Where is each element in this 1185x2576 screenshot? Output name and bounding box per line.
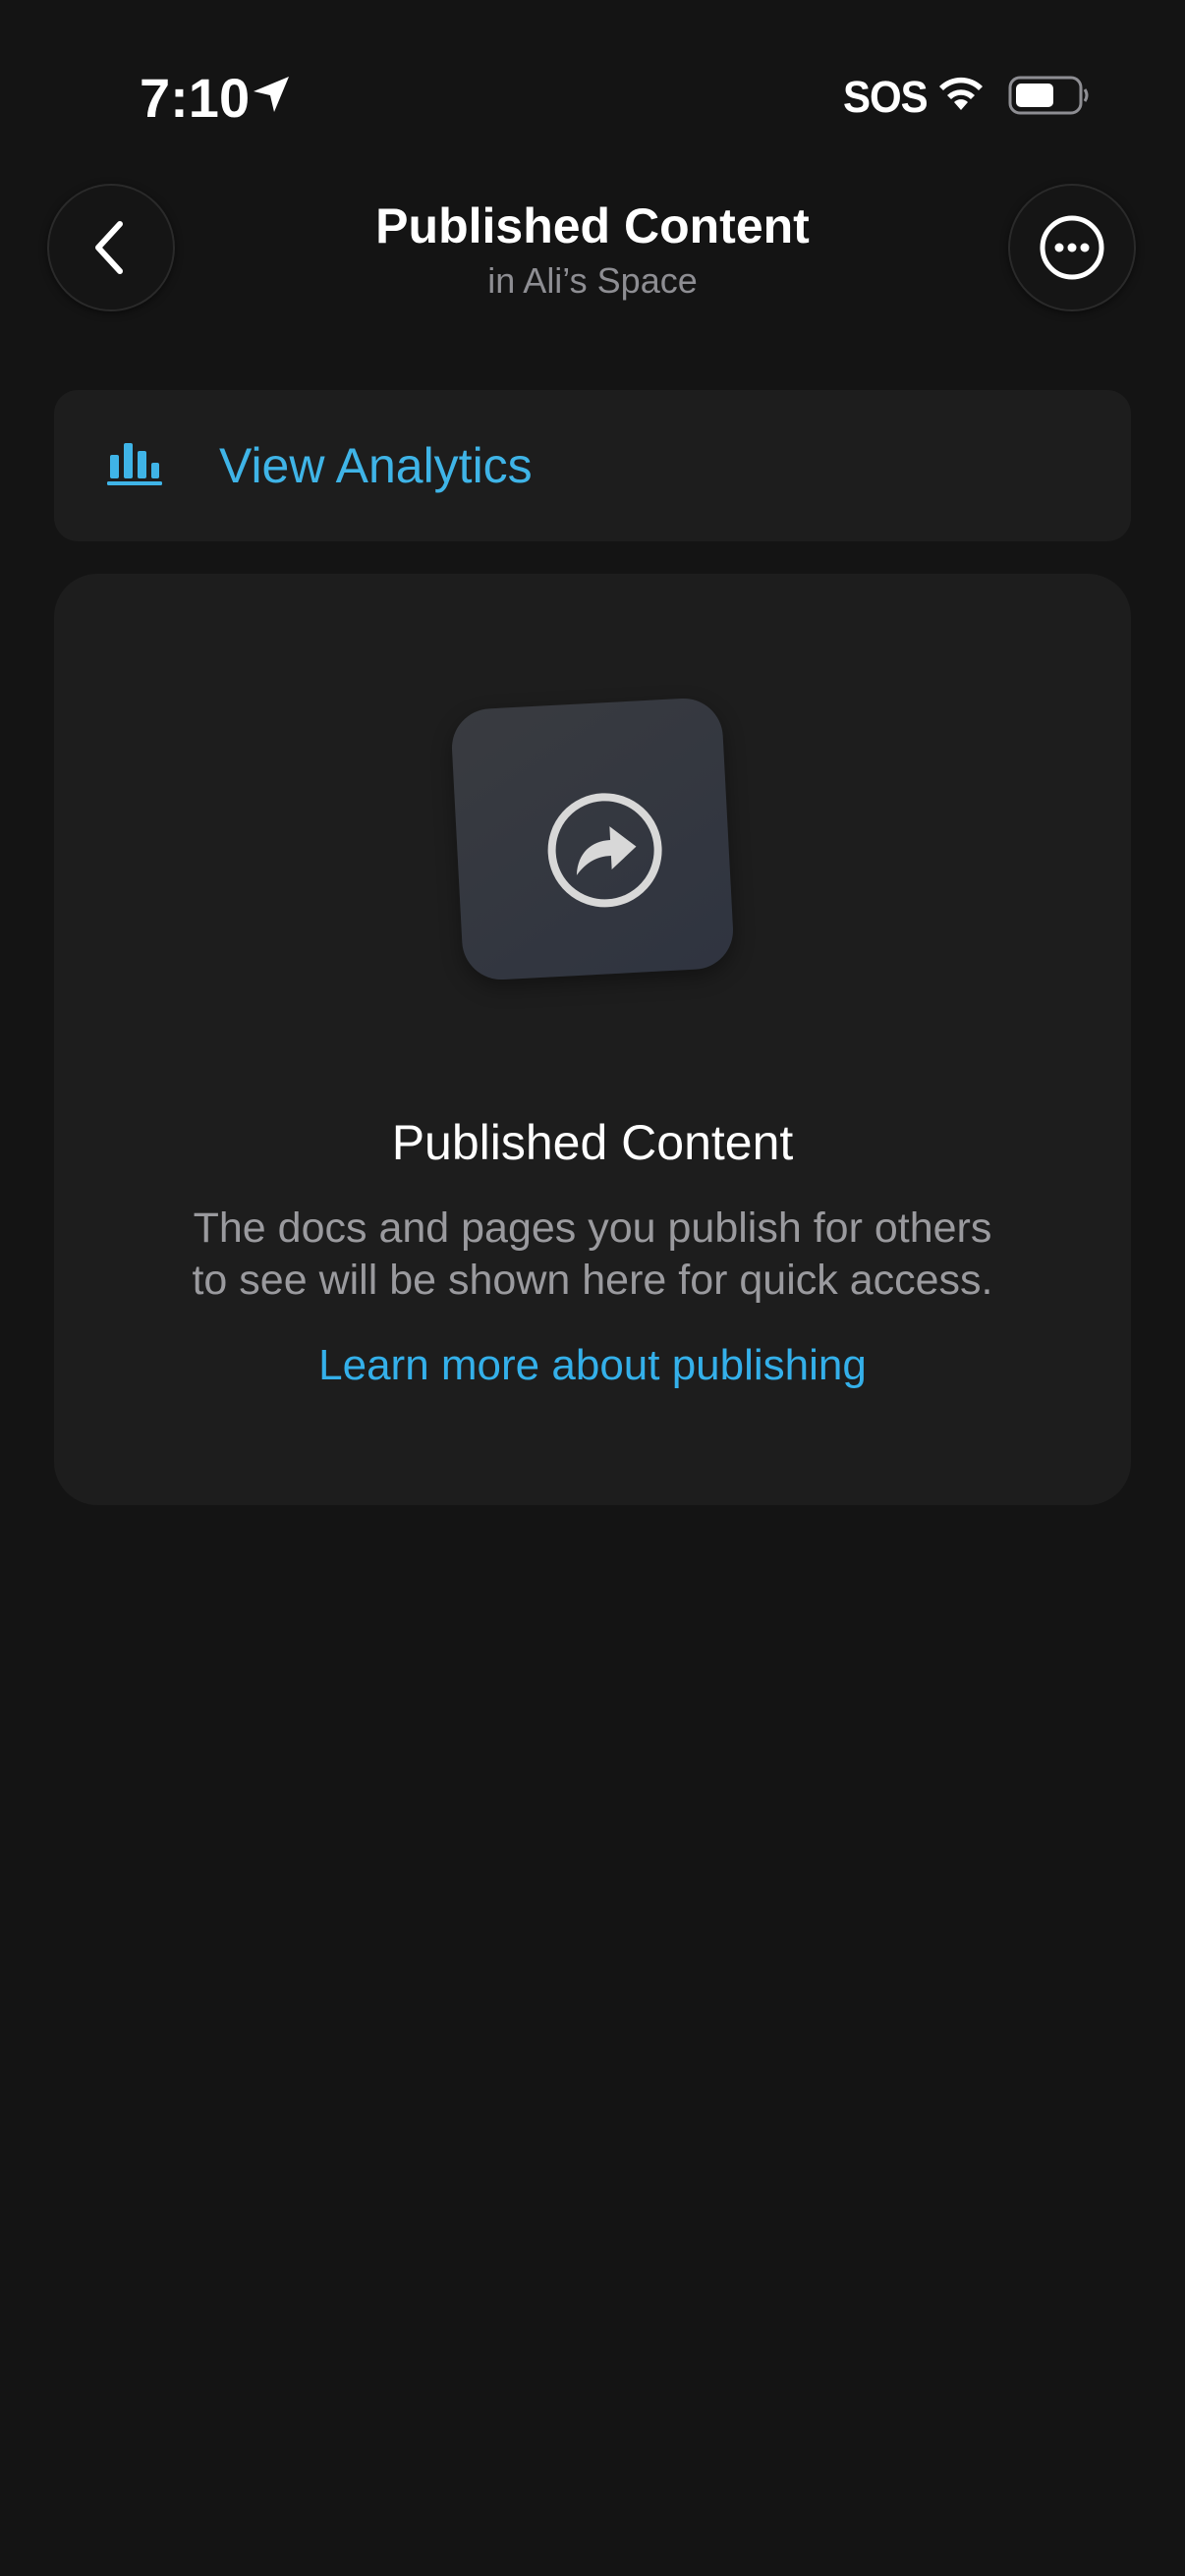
more-options-button[interactable] <box>1008 184 1136 311</box>
empty-state-description-line-2: to see will be shown here for quick acce… <box>192 1257 993 1304</box>
share-arrow-icon <box>547 793 662 908</box>
wifi-icon <box>939 77 983 110</box>
page-subtitle: in Ali’s Space <box>487 260 698 301</box>
illustration-tile <box>449 696 736 982</box>
learn-more-link[interactable]: Learn more about publishing <box>54 1334 1131 1397</box>
bar-chart-icon <box>107 443 162 485</box>
status-sos: SOS <box>843 72 929 122</box>
empty-state-description-line-1: The docs and pages you publish for other… <box>193 1204 992 1252</box>
view-analytics-button[interactable]: View Analytics <box>54 390 1131 541</box>
battery-icon <box>1008 76 1089 115</box>
location-arrow-icon <box>254 77 289 112</box>
empty-state-description: The docs and pages you publish for other… <box>152 1203 1033 1307</box>
empty-state-illustration <box>445 692 740 986</box>
status-time: 7:10 <box>140 67 251 129</box>
ellipsis-circle-icon <box>1040 215 1104 280</box>
empty-state-card: Published Content The docs and pages you… <box>54 574 1131 1505</box>
empty-state-title: Published Content <box>391 1115 794 1170</box>
status-bar: 7:10 SOS <box>0 0 1185 187</box>
view-analytics-label: View Analytics <box>219 438 533 493</box>
